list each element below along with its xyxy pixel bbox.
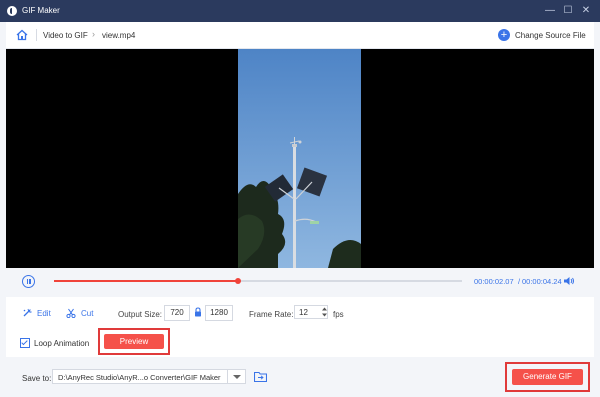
- playback-bar: 00:00:02.07 / 00:00:04.24: [6, 268, 594, 296]
- open-folder-icon[interactable]: [254, 371, 267, 382]
- scissors-icon: [66, 308, 76, 318]
- edit-button[interactable]: Edit: [22, 306, 51, 320]
- change-source-label: Change Source File: [515, 30, 586, 40]
- cut-button[interactable]: Cut: [66, 306, 93, 320]
- gif-maker-window: GIF Maker — ☐ ✕ Video to GIF › view.mp4 …: [0, 0, 600, 397]
- breadcrumb-video-to-gif[interactable]: Video to GIF: [43, 31, 88, 40]
- total-time: 00:00:04.24: [522, 277, 562, 286]
- breadcrumb-file-name: view.mp4: [102, 31, 136, 40]
- preview-button[interactable]: Preview: [104, 334, 164, 349]
- loop-animation-checkbox[interactable]: [20, 338, 30, 348]
- generate-gif-button[interactable]: Generate GIF: [512, 369, 583, 385]
- cut-label: Cut: [81, 308, 94, 318]
- gif-settings-panel: Edit Cut Output Size: 720 1280 Frame Rat…: [6, 297, 594, 357]
- save-path-field[interactable]: D:\AnyRec Studio\AnyR...o Converter\GIF …: [52, 369, 228, 384]
- output-height-field[interactable]: 1280: [205, 305, 233, 321]
- nav-divider: [36, 29, 37, 41]
- timeline-progress: [54, 280, 238, 282]
- frame-rate-stepper[interactable]: [321, 305, 328, 319]
- video-frame-image: [238, 49, 361, 268]
- window-title: GIF Maker: [22, 6, 60, 15]
- chevron-right-icon: ›: [92, 29, 95, 39]
- home-icon[interactable]: [16, 29, 28, 41]
- footer-bar: Save to: D:\AnyRec Studio\AnyR...o Conve…: [0, 360, 600, 397]
- time-separator: /: [518, 277, 521, 286]
- output-width-field[interactable]: 720: [164, 305, 190, 321]
- edit-wand-icon: [23, 308, 32, 317]
- change-source-file-button[interactable]: + Change Source File: [498, 27, 586, 43]
- save-path-dropdown[interactable]: [228, 369, 246, 384]
- timeline-track[interactable]: [54, 278, 462, 284]
- frame-rate-label: Frame Rate:: [249, 310, 294, 319]
- fps-label: fps: [333, 310, 344, 319]
- current-time: 00:00:02.07: [474, 277, 514, 286]
- app-logo-icon: [7, 6, 17, 16]
- edit-label: Edit: [37, 308, 51, 318]
- save-to-label: Save to:: [22, 374, 52, 383]
- timeline-handle[interactable]: [234, 278, 241, 284]
- navigation-bar: Video to GIF › view.mp4 + Change Source …: [6, 22, 594, 49]
- video-preview: [6, 49, 594, 268]
- title-bar: GIF Maker — ☐ ✕: [0, 0, 600, 22]
- plus-circle-icon: +: [498, 29, 510, 41]
- maximize-button[interactable]: ☐: [561, 4, 575, 18]
- volume-icon[interactable]: [563, 275, 575, 287]
- loop-animation-label: Loop Animation: [34, 338, 90, 348]
- close-button[interactable]: ✕: [579, 4, 593, 18]
- pause-button[interactable]: [22, 275, 35, 288]
- minimize-button[interactable]: —: [543, 4, 557, 18]
- lock-icon[interactable]: [194, 307, 202, 317]
- output-size-label: Output Size:: [118, 310, 163, 319]
- loop-animation-option[interactable]: Loop Animation: [20, 337, 89, 349]
